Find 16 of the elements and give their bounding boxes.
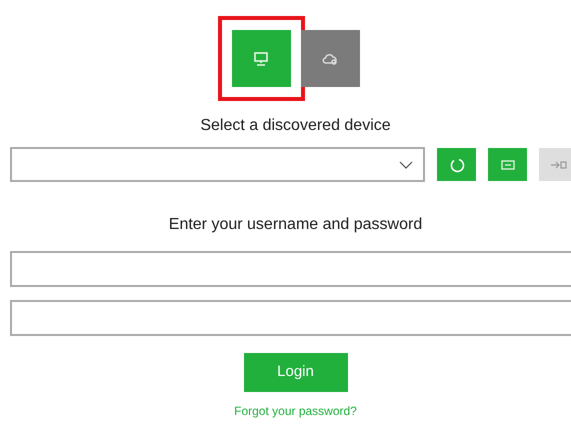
keyboard-icon — [500, 160, 514, 170]
device-label: Select a discovered device — [200, 116, 391, 136]
chevron-down-icon — [399, 160, 413, 168]
password-field[interactable] — [10, 300, 571, 336]
credentials-label: Enter your username and password — [168, 215, 422, 235]
tool-button[interactable] — [437, 148, 476, 181]
mode-button[interactable] — [232, 30, 290, 87]
username-field[interactable] — [10, 251, 571, 287]
refresh-icon — [448, 156, 464, 172]
monitor-icon — [253, 50, 269, 66]
tool-button[interactable] — [488, 148, 527, 181]
forgot-password-link[interactable]: Forgot your password? — [234, 402, 357, 420]
login-button[interactable]: Login — [244, 353, 348, 392]
device-dropdown[interactable] — [10, 147, 425, 182]
mode-button[interactable] — [300, 30, 360, 87]
connect-icon — [550, 160, 568, 170]
